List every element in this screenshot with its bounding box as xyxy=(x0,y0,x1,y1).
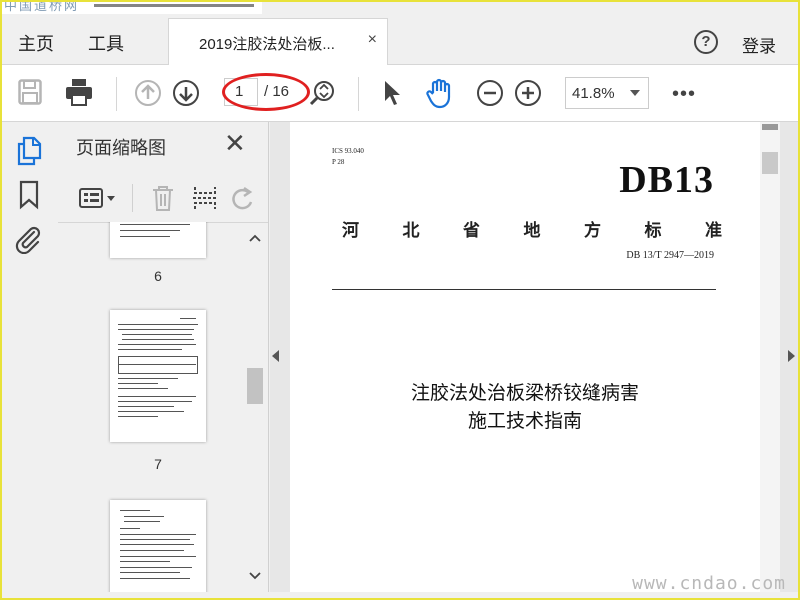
thumbnail-options-icon[interactable] xyxy=(78,186,118,210)
collapse-left-panel-icon[interactable] xyxy=(272,350,279,362)
select-tool-icon[interactable] xyxy=(382,79,402,107)
thumbnail-page-6[interactable] xyxy=(110,222,206,258)
expand-right-panel-icon[interactable] xyxy=(788,350,795,362)
bookmark-icon[interactable] xyxy=(18,180,40,210)
previous-page-icon[interactable] xyxy=(134,79,162,107)
thumbnail-scrollbar[interactable] xyxy=(244,222,266,590)
delete-icon[interactable] xyxy=(150,184,176,212)
ics-code: ICS 93.040 P 28 xyxy=(332,147,364,166)
navigation-rail xyxy=(2,122,59,592)
scrollbar-thumb[interactable] xyxy=(247,368,263,404)
standard-number: DB 13/T 2947—2019 xyxy=(626,250,714,261)
document-page: ICS 93.040 P 28 DB13 河 北 省 地 方 标 准 DB 13… xyxy=(290,122,760,592)
page-thumbnails-icon[interactable] xyxy=(16,136,42,166)
document-scrollbar[interactable] xyxy=(760,122,780,592)
document-title-line2: 施工技术指南 xyxy=(467,411,582,432)
panel-toolbar xyxy=(58,174,268,223)
hand-tool-icon[interactable] xyxy=(424,77,456,109)
menu-tools[interactable]: 工具 xyxy=(88,30,124,56)
watermark-top: 中国道桥网 xyxy=(2,0,262,14)
save-icon[interactable] xyxy=(18,79,42,105)
thumbnail-list: 6 7 xyxy=(58,222,242,592)
highlight-annotation xyxy=(222,73,310,111)
menu-bar: 主页 工具 xyxy=(2,18,798,65)
scroll-mode-icon[interactable] xyxy=(308,79,336,107)
zoom-select[interactable]: 41.8% xyxy=(565,77,649,109)
document-tab[interactable]: 2019注胶法处治板... × xyxy=(168,18,388,66)
thumbnail-page-7[interactable] xyxy=(110,310,206,442)
standard-type-title: 河 北 省 地 方 标 准 xyxy=(342,221,722,240)
chevron-down-icon[interactable] xyxy=(249,572,261,580)
thumbnail-page-8[interactable] xyxy=(110,500,206,592)
thumbnail-label: 6 xyxy=(154,268,162,284)
help-icon[interactable]: ? xyxy=(694,30,718,54)
attachment-icon[interactable] xyxy=(14,224,44,254)
divider xyxy=(332,289,716,290)
toolbar: 1 / 16 41.8% ••• xyxy=(2,65,798,122)
document-title-line1: 注胶法处治板梁桥铰缝病害 xyxy=(410,383,639,404)
rotate-icon[interactable] xyxy=(230,184,256,212)
scrollbar-thumb[interactable] xyxy=(762,152,778,174)
more-tools-icon[interactable]: ••• xyxy=(672,83,696,106)
tab-title: 2019注胶法处治板... xyxy=(199,36,335,53)
watermark-url: www.cndao.com xyxy=(632,573,786,594)
zoom-out-icon[interactable] xyxy=(476,79,504,107)
chevron-down-icon xyxy=(630,90,640,96)
tab-close-icon[interactable]: × xyxy=(368,31,377,49)
panel-title: 页面缩略图 xyxy=(76,138,166,158)
next-page-icon[interactable] xyxy=(172,79,200,107)
standard-code: DB13 xyxy=(619,159,714,201)
thumbnail-label: 7 xyxy=(154,456,162,472)
zoom-in-icon[interactable] xyxy=(514,79,542,107)
login-button[interactable]: 登录 xyxy=(742,32,776,57)
watermark-logo: 中国道桥网 xyxy=(4,0,80,14)
thumbnails-panel: 页面缩略图 ✕ 6 7 xyxy=(58,122,269,592)
print-icon[interactable] xyxy=(64,77,94,107)
chevron-up-icon[interactable] xyxy=(249,234,261,242)
document-viewport[interactable]: ICS 93.040 P 28 DB13 河 北 省 地 方 标 准 DB 13… xyxy=(270,122,798,592)
zoom-value: 41.8% xyxy=(572,85,615,102)
insert-page-icon[interactable] xyxy=(192,184,218,212)
close-icon[interactable]: ✕ xyxy=(224,130,246,156)
menu-home[interactable]: 主页 xyxy=(18,30,54,56)
